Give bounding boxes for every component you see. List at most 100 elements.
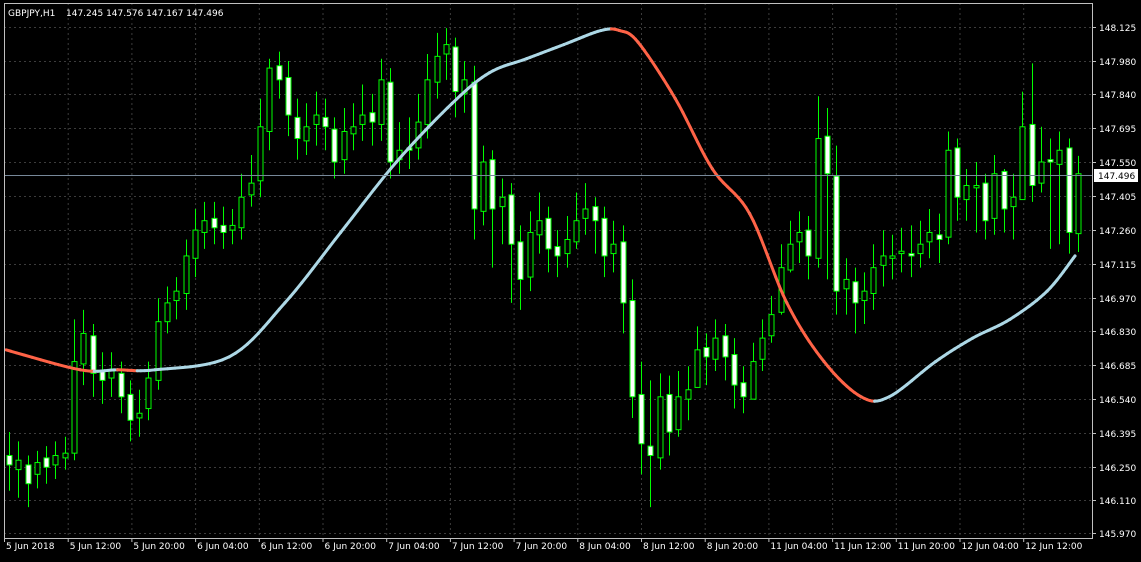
candle-body-bull [946,150,951,237]
candle-body-bear [388,82,393,162]
candle-body-bull [862,291,867,300]
y-tick-label: 147.405 [1099,193,1136,203]
current-price-marker: 147.496 [1094,169,1138,182]
y-tick-label: 146.110 [1099,497,1136,507]
y-tick-label: 147.840 [1099,91,1136,101]
candle-body-bull [528,232,533,277]
candle-body-bull [1020,127,1025,200]
candle [630,279,635,418]
chart-background [0,0,1141,558]
x-tick-label: 7 Jun 04:00 [388,542,440,552]
candle-body-bull [713,338,718,359]
candle-body-bull [174,291,179,300]
candle-body-bull [304,127,309,141]
y-tick-label: 146.830 [1099,328,1136,338]
candle-body-bear [602,218,607,256]
y-tick-label: 146.250 [1099,464,1136,474]
candle-body-bear [1048,160,1053,162]
candle-body-bear [518,242,523,280]
candle-body-bull [81,333,86,364]
candle [388,68,393,178]
candle-body-bull [500,197,505,206]
candle-body-bear [630,301,635,397]
candle-body-bear [472,82,477,209]
x-tick-label: 6 Jun 20:00 [325,542,377,552]
candle-body-bull [109,371,114,378]
candle-body-bear [509,195,514,244]
candle-body-bear [853,282,858,303]
candle-body-bull [72,362,77,454]
candle-body-bull [611,244,616,253]
candle-body-bear [1030,124,1035,185]
candle-body-bull [1076,174,1081,234]
candle-body-bull [695,350,700,388]
x-tick-label: 5 Jun 2018 [6,542,55,552]
candle-body-bull [918,244,923,253]
candle-body-bull [184,256,189,294]
candle-body-bear [639,394,644,443]
candle-body-bull [314,115,319,124]
candle-body-bull [574,221,579,242]
candle-body-bull [342,131,347,159]
candle-body-bear [834,176,839,291]
x-tick-label: 11 Jun 04:00 [770,542,827,552]
chart-svg: 148.125147.980147.840147.695147.550147.4… [0,0,1141,558]
candle-body-bull [964,185,969,199]
y-tick-label: 147.695 [1099,125,1136,135]
chart[interactable]: 148.125147.980147.840147.695147.550147.4… [0,0,1141,558]
candle-body-bull [760,338,765,359]
candle-body-bear [91,336,96,374]
candle-body-bear [1002,171,1007,209]
candle-body-bear [490,160,495,209]
candle-body-bear [732,355,737,386]
candle-body-bear [667,394,672,432]
y-tick-label: 146.685 [1099,362,1136,372]
candle-body-bull [583,209,588,218]
x-tick-label: 8 Jun 04:00 [579,542,631,552]
candle-body-bear [937,235,942,240]
x-tick-label: 11 Jun 20:00 [898,542,955,552]
x-tick-label: 8 Jun 20:00 [707,542,759,552]
candle-body-bull [881,256,886,265]
candle-body-bull [751,362,756,400]
candle-body-bull [230,225,235,230]
candle-body-bull [1057,150,1062,164]
x-tick-label: 6 Jun 04:00 [197,542,249,552]
candle-body-bull [63,453,68,458]
candle-body-bull [444,45,449,54]
candle-body-bull [258,127,263,181]
candle-body-bull [686,390,691,399]
candle-body-bull [267,68,272,131]
x-tick-label: 7 Jun 20:00 [516,542,568,552]
candle-body-bull [1039,162,1044,183]
candle-body-bear [825,136,830,174]
candle-body-bull [146,378,151,409]
x-tick-label: 5 Jun 20:00 [133,542,185,552]
candle-body-bear [212,218,217,227]
candle-body-bull [927,232,932,241]
candle-body-bear [119,373,124,396]
candle-body-bull [899,251,904,253]
y-tick-label: 146.540 [1099,396,1136,406]
y-tick-label: 147.115 [1099,261,1136,271]
candle-body-bull [992,174,997,219]
candle-body-bear [128,394,133,420]
candle-body-bear [44,458,49,467]
candle-body-bull [676,397,681,430]
candle-body-bull [844,279,849,288]
candle-body-bear [806,230,811,256]
candle-body-bear [593,207,598,221]
x-tick-label: 7 Jun 12:00 [452,542,504,552]
candle-body-bull [481,162,486,211]
y-tick-label: 146.970 [1099,295,1136,305]
candle-body-bull [537,221,542,235]
candle-body-bull [658,397,663,458]
candle-body-bear [555,247,560,256]
candle-body-bear [704,348,709,357]
candle-body-bear [332,129,337,162]
candle-body-bear [295,117,300,138]
candle-body-bull [816,139,821,259]
chart-symbol: GBPJPY,H1 [8,9,55,19]
candle-body-bull [239,197,244,228]
candle-body-bear [221,225,226,232]
